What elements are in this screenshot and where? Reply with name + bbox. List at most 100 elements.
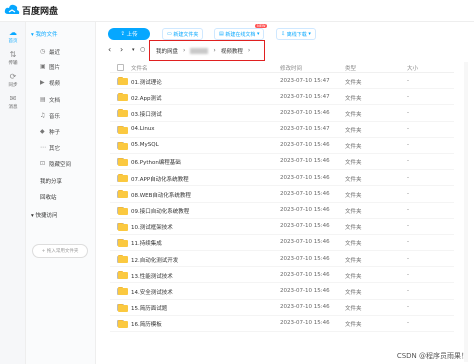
sidebar-item-recycle-bin[interactable]: 回收站 [40,193,57,201]
table-row[interactable]: 05.MySQL 2023-07-10 15:46 文件夹 - [110,138,454,154]
table-row[interactable]: 06.Python编程基础 2023-07-10 15:46 文件夹 - [110,154,454,171]
file-name[interactable]: 02.App测试 [131,94,162,102]
file-size: - [407,223,409,230]
table-row[interactable]: 11.持续集成 2023-07-10 15:46 文件夹 - [110,235,454,252]
sidebar-item-videos[interactable]: ▶ 视频 [40,77,92,88]
table-row[interactable]: 04.Linux 2023-07-10 15:47 文件夹 - [110,122,454,138]
file-name[interactable]: 06.Python编程基础 [131,158,181,166]
file-name[interactable]: 01.测试理论 [131,78,162,86]
folder-icon [118,125,128,134]
offline-download-button[interactable]: ⇩ 离线下载 ▾ [276,28,316,40]
sidebar-my-files-label: 我的文件 [35,32,58,38]
refresh-icon[interactable]: ○ [140,46,145,53]
sidebar-item-recent[interactable]: ◷ 最近 [40,46,92,57]
sidebar-item-my-share[interactable]: 我的分享 [40,177,62,185]
sidebar-item-music[interactable]: ♫ 音乐 [40,110,92,121]
table-row[interactable]: 01.测试理论 2023-07-10 15:47 文件夹 - [110,73,454,90]
column-header-time[interactable]: 修改时间 [280,64,302,72]
file-type: 文件夹 [345,306,362,313]
sidebar-quick-access[interactable]: ▾ 快捷访问 [31,211,58,219]
scrollbar[interactable] [464,62,468,362]
sidebar-my-files[interactable]: ▾ 我的文件 [31,30,58,38]
file-name[interactable]: 07.APP自动化系统教程 [131,175,189,183]
breadcrumb-root[interactable]: 我的网盘 [156,47,178,55]
file-name[interactable]: 15.简历面试题 [131,304,167,312]
sidebar-item-other[interactable]: ⋯ 其它 [40,142,92,153]
chevron-down-icon: ▾ [256,31,260,37]
file-name[interactable]: 10.测试框架技术 [131,223,173,231]
sidebar-item-label: 视频 [49,80,61,87]
file-time: 2023-07-10 15:46 [280,271,330,278]
table-row[interactable]: 09.接口自动化系统教程 2023-07-10 15:46 文件夹 - [110,203,454,219]
file-name[interactable]: 12.自动化测试开发 [131,256,178,264]
music-icon: ♫ [40,112,46,119]
table-row[interactable]: 13.性能测试技术 2023-07-10 15:46 文件夹 - [110,267,454,284]
folder-icon [118,319,128,328]
transfer-icon: ⇅ [9,50,17,59]
table-row[interactable]: 10.测试框架技术 2023-07-10 15:46 文件夹 - [110,219,454,235]
add-quick-folder-button[interactable]: + 拖入常用文件夹 [32,244,88,258]
file-table-header: 文件名 修改时间 类型 大小 [110,62,454,73]
folder-icon [118,222,128,231]
column-header-name[interactable]: 文件名 [131,64,148,72]
file-time: 2023-07-10 15:46 [280,304,330,311]
sidebar-item-documents[interactable]: ▤ 文档 [40,94,92,105]
sidebar-item-label: 隐藏空间 [49,161,72,168]
file-type: 文件夹 [345,241,362,248]
table-row[interactable]: 16.简历模板 2023-07-10 15:46 文件夹 - [110,316,454,332]
file-time: 2023-07-10 15:47 [280,126,330,133]
new-online-doc-button[interactable]: ▤ 新建在线文档 ▾ NEW [214,24,268,40]
table-row[interactable]: 03.接口测试 2023-07-10 15:46 文件夹 - [110,105,454,122]
rail-label: 消息 [8,105,18,110]
file-type: 文件夹 [345,225,362,232]
new-online-doc-label: 新建在线文档 [225,31,256,38]
file-type: 文件夹 [345,322,362,329]
forward-arrow-icon[interactable]: › [120,45,123,54]
sidebar-item-images[interactable]: ▣ 图片 [40,61,92,72]
file-name[interactable]: 13.性能测试技术 [131,272,173,280]
table-row[interactable]: 14.安全测试技术 2023-07-10 15:46 文件夹 - [110,283,454,300]
file-name[interactable]: 03.接口测试 [131,110,162,118]
table-row[interactable]: 08.WEB自动化系统教程 2023-07-10 15:46 文件夹 - [110,186,454,203]
file-name[interactable]: 11.持续集成 [131,239,162,247]
file-name[interactable]: 05.MySQL [131,142,159,148]
file-name[interactable]: 14.安全测试技术 [131,288,173,296]
upload-button[interactable]: ⇪ 上传 [108,28,150,40]
rail-label: 传输 [8,61,18,66]
new-folder-button[interactable]: ▭ 新建文件夹 [162,28,204,40]
column-header-type[interactable]: 类型 [345,64,356,72]
history-dropdown-icon[interactable]: ▾ [132,47,135,53]
table-row[interactable]: 07.APP自动化系统教程 2023-07-10 15:46 文件夹 - [110,170,454,187]
select-all-checkbox[interactable] [117,64,124,71]
breadcrumb-blurred-segment[interactable] [190,47,209,54]
back-arrow-icon[interactable]: ‹ [108,45,111,54]
file-size: - [407,239,409,246]
file-type: 文件夹 [345,111,362,118]
chevron-right-icon: › [247,47,251,54]
sidebar-item-hidden-space[interactable]: ⊡ 隐藏空间 [40,158,92,169]
rail-home[interactable]: ☁ 首页 [0,28,26,44]
new-badge: NEW [255,24,268,28]
folder-icon [118,286,128,296]
table-row[interactable]: 12.自动化测试开发 2023-07-10 15:46 文件夹 - [110,251,454,268]
rail-transfer[interactable]: ⇅ 传输 [0,50,26,66]
file-name[interactable]: 16.简历模板 [131,320,162,328]
clock-icon: ◷ [40,48,46,55]
folder-icon [118,108,128,118]
table-row[interactable]: 15.简历面试题 2023-07-10 15:46 文件夹 - [110,300,454,316]
column-header-size[interactable]: 大小 [407,64,418,72]
table-row[interactable]: 02.App测试 2023-07-10 15:47 文件夹 - [110,89,454,106]
file-size: - [407,158,409,165]
file-time: 2023-07-10 15:46 [280,255,330,262]
file-name[interactable]: 08.WEB自动化系统教程 [131,191,191,199]
image-icon: ▣ [40,63,46,70]
sidebar-item-seeds[interactable]: ◆ 种子 [40,126,92,137]
rail-message[interactable]: ✉ 消息 [0,94,26,110]
file-size: - [407,93,409,100]
file-name[interactable]: 04.Linux [131,126,155,132]
chevron-down-icon: ▾ [308,31,311,37]
rail-sync[interactable]: ⟳ 同步 [0,72,26,88]
file-size: - [407,142,409,149]
file-name[interactable]: 09.接口自动化系统教程 [131,207,189,215]
file-type: 文件夹 [345,95,362,102]
